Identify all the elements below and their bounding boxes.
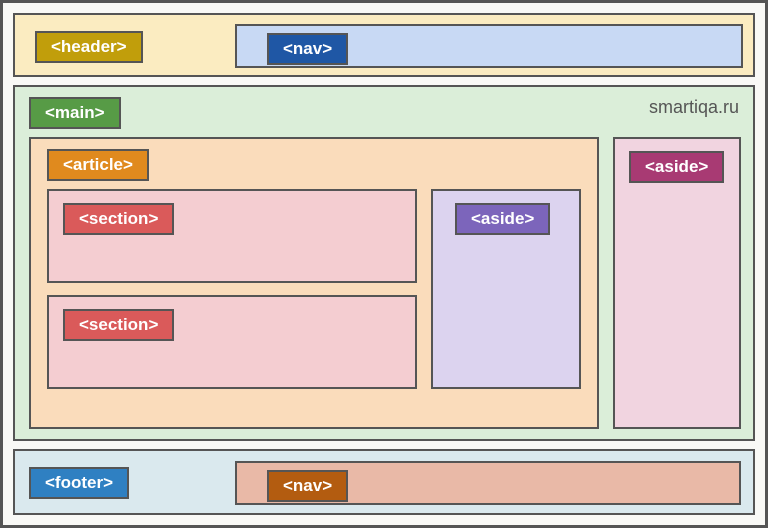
section-tag-2: <section> — [63, 309, 174, 341]
section-region-2: <section> — [47, 295, 417, 389]
page-layout-diagram: <header> <nav> <main> smartiqa.ru <artic… — [0, 0, 768, 528]
section-region-1: <section> — [47, 189, 417, 283]
header-region: <header> <nav> — [13, 13, 755, 77]
footer-tag: <footer> — [29, 467, 129, 499]
main-aside-region: <aside> — [613, 137, 741, 429]
article-region: <article> <section> <section> <aside> — [29, 137, 599, 429]
article-aside-tag: <aside> — [455, 203, 550, 235]
header-nav-region: <nav> — [235, 24, 743, 68]
watermark: smartiqa.ru — [649, 97, 739, 118]
article-aside-region: <aside> — [431, 189, 581, 389]
main-aside-tag: <aside> — [629, 151, 724, 183]
header-nav-tag: <nav> — [267, 33, 348, 65]
footer-nav-tag: <nav> — [267, 470, 348, 502]
main-region: <main> smartiqa.ru <article> <section> <… — [13, 85, 755, 441]
footer-region: <footer> <nav> — [13, 449, 755, 515]
main-tag: <main> — [29, 97, 121, 129]
header-tag: <header> — [35, 31, 143, 63]
article-tag: <article> — [47, 149, 149, 181]
section-tag-1: <section> — [63, 203, 174, 235]
footer-nav-region: <nav> — [235, 461, 741, 505]
